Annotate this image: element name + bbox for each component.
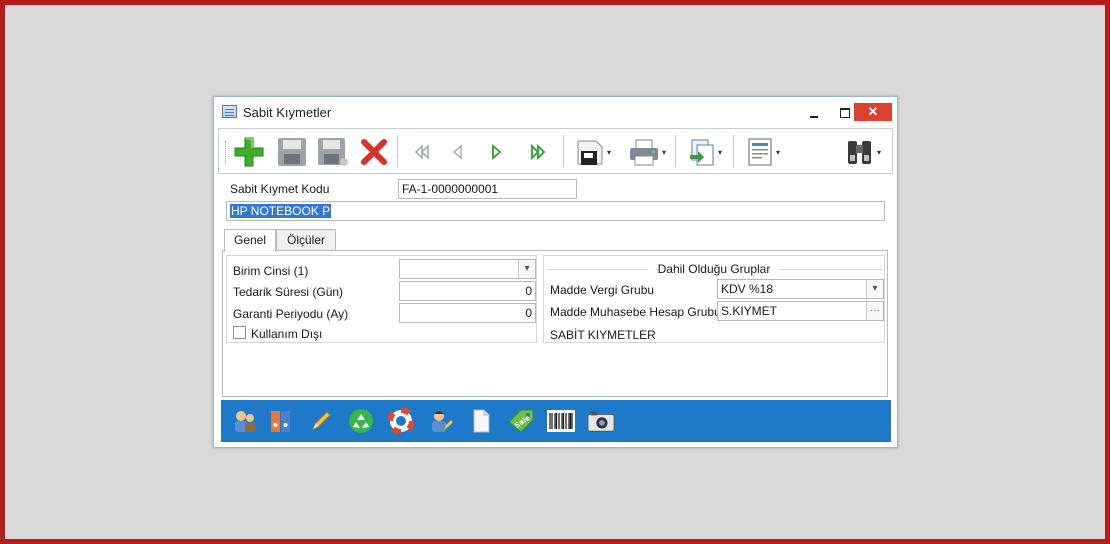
chevron-down-icon: ▾ <box>775 147 780 157</box>
title-bar[interactable]: Sabit Kıymetler ✕ <box>214 97 897 127</box>
app-window-icon <box>222 105 237 118</box>
chevron-down-icon: ▾ <box>876 147 881 157</box>
sale-tag-button[interactable]: Sale <box>507 407 535 435</box>
add-icon <box>234 137 264 167</box>
recycle-button[interactable] <box>347 407 375 435</box>
document-button[interactable] <box>467 407 495 435</box>
save-as-button[interactable] <box>315 135 351 169</box>
asset-name-field[interactable]: HP NOTEBOOK P <box>226 201 885 221</box>
save-as-icon <box>318 138 348 166</box>
accounting-group-label: Madde Muhasebe Hesap Grubu <box>550 305 721 319</box>
save-button[interactable] <box>275 135 309 169</box>
tab-genel[interactable]: Genel <box>224 229 276 252</box>
last-record-button[interactable] <box>523 135 553 169</box>
bottom-action-bar: Sale <box>221 400 891 442</box>
sale-tag-icon: Sale <box>508 409 534 433</box>
main-toolbar: ▾ ▾ ▾ ▾ ▾ <box>218 128 893 174</box>
binders-icon <box>271 411 290 432</box>
save-disk-menu-icon <box>577 140 603 165</box>
window-title: Sabit Kıymetler <box>243 105 332 120</box>
chevron-down-icon: ▾ <box>606 147 611 157</box>
accounting-group-field[interactable]: S.KIYMET ··· <box>717 301 884 321</box>
report-icon <box>748 138 772 166</box>
pencil-icon <box>311 411 331 431</box>
included-groups-panel: Dahil Olduğu Gruplar Madde Vergi Grubu K… <box>543 255 885 343</box>
lifebuoy-icon <box>388 408 414 434</box>
maximize-button[interactable] <box>832 103 856 123</box>
tax-group-label: Madde Vergi Grubu <box>550 283 655 297</box>
search-binoculars-icon <box>847 141 871 164</box>
chevron-down-icon: ▾ <box>661 147 666 157</box>
general-fields-panel: Birim Cinsi (1) ▾ Tedarik Süresi (Gün) 0… <box>226 255 537 343</box>
ellipsis-lookup-button[interactable]: ··· <box>866 302 883 320</box>
unit-type-select[interactable]: ▾ <box>399 259 536 279</box>
copy-document-icon <box>689 139 714 166</box>
asset-code-field[interactable]: FA-1-0000000001 <box>398 179 577 199</box>
close-button[interactable]: ✕ <box>854 103 892 121</box>
toolbar-separator <box>733 135 734 167</box>
accounting-group-description: SABİT KIYMETLER <box>550 328 656 342</box>
camera-icon <box>587 411 615 432</box>
recycle-icon <box>349 409 373 433</box>
previous-record-icon <box>452 144 462 160</box>
next-record-button[interactable] <box>481 135 511 169</box>
chevron-down-icon: ▾ <box>717 147 722 157</box>
asset-code-label: Sabit Kıymet Kodu <box>230 182 330 196</box>
record-header: Sabit Kıymet Kodu FA-1-0000000001 HP NOT… <box>222 177 888 223</box>
tax-group-select[interactable]: KDV %18 ▾ <box>717 279 884 299</box>
edit-button[interactable] <box>307 407 335 435</box>
save-disk-menu-button[interactable]: ▾ <box>569 135 617 169</box>
camera-button[interactable] <box>587 407 615 435</box>
groups-title: Dahil Olduğu Gruplar <box>657 262 771 276</box>
unit-type-label: Birim Cinsi (1) <box>233 264 309 278</box>
users-icon <box>235 411 256 432</box>
asset-name-selected-text: HP NOTEBOOK P <box>230 204 332 218</box>
barcode-button[interactable] <box>547 407 575 435</box>
tax-group-value: KDV %18 <box>721 282 774 296</box>
binders-button[interactable] <box>267 407 295 435</box>
user-edit-icon <box>432 411 453 432</box>
users-button[interactable] <box>231 407 259 435</box>
copy-document-button[interactable]: ▾ <box>681 135 729 169</box>
out-of-use-checkbox[interactable] <box>233 326 246 339</box>
first-record-icon <box>414 144 429 160</box>
accounting-group-value: S.KIYMET <box>721 304 778 318</box>
previous-record-button[interactable] <box>443 135 473 169</box>
document-icon <box>473 409 490 433</box>
user-edit-button[interactable] <box>427 407 455 435</box>
last-record-icon <box>531 143 546 161</box>
toolbar-grip[interactable] <box>225 141 228 163</box>
print-icon <box>629 139 658 166</box>
warranty-period-label: Garanti Periyodu (Ay) <box>233 307 349 321</box>
next-record-icon <box>492 144 502 160</box>
print-button[interactable]: ▾ <box>623 135 671 169</box>
barcode-icon <box>547 410 575 432</box>
save-icon <box>278 138 306 166</box>
general-tab-panel: Birim Cinsi (1) ▾ Tedarik Süresi (Gün) 0… <box>222 250 888 397</box>
search-binoculars-button[interactable]: ▾ <box>839 135 887 169</box>
lead-time-label: Tedarik Süresi (Gün) <box>233 285 344 299</box>
tab-olculer[interactable]: Ölçüler <box>276 229 336 251</box>
out-of-use-label: Kullanım Dışı <box>251 327 323 341</box>
chevron-down-icon[interactable]: ▾ <box>518 260 535 278</box>
delete-icon <box>361 139 387 165</box>
chevron-down-icon[interactable]: ▾ <box>866 280 883 298</box>
toolbar-separator <box>397 135 398 167</box>
minimize-button[interactable] <box>802 103 826 123</box>
add-button[interactable] <box>231 135 267 169</box>
first-record-button[interactable] <box>407 135 437 169</box>
delete-button[interactable] <box>357 135 391 169</box>
toolbar-separator <box>675 135 676 167</box>
help-lifebuoy-button[interactable] <box>387 407 415 435</box>
sabit-kiymetler-window: Sabit Kıymetler ✕ ▾ ▾ ▾ ▾ ▾ Sabit Kıymet… <box>213 96 898 448</box>
toolbar-separator <box>563 135 564 167</box>
report-button[interactable]: ▾ <box>739 135 787 169</box>
warranty-period-field[interactable]: 0 <box>399 303 536 323</box>
lead-time-field[interactable]: 0 <box>399 281 536 301</box>
